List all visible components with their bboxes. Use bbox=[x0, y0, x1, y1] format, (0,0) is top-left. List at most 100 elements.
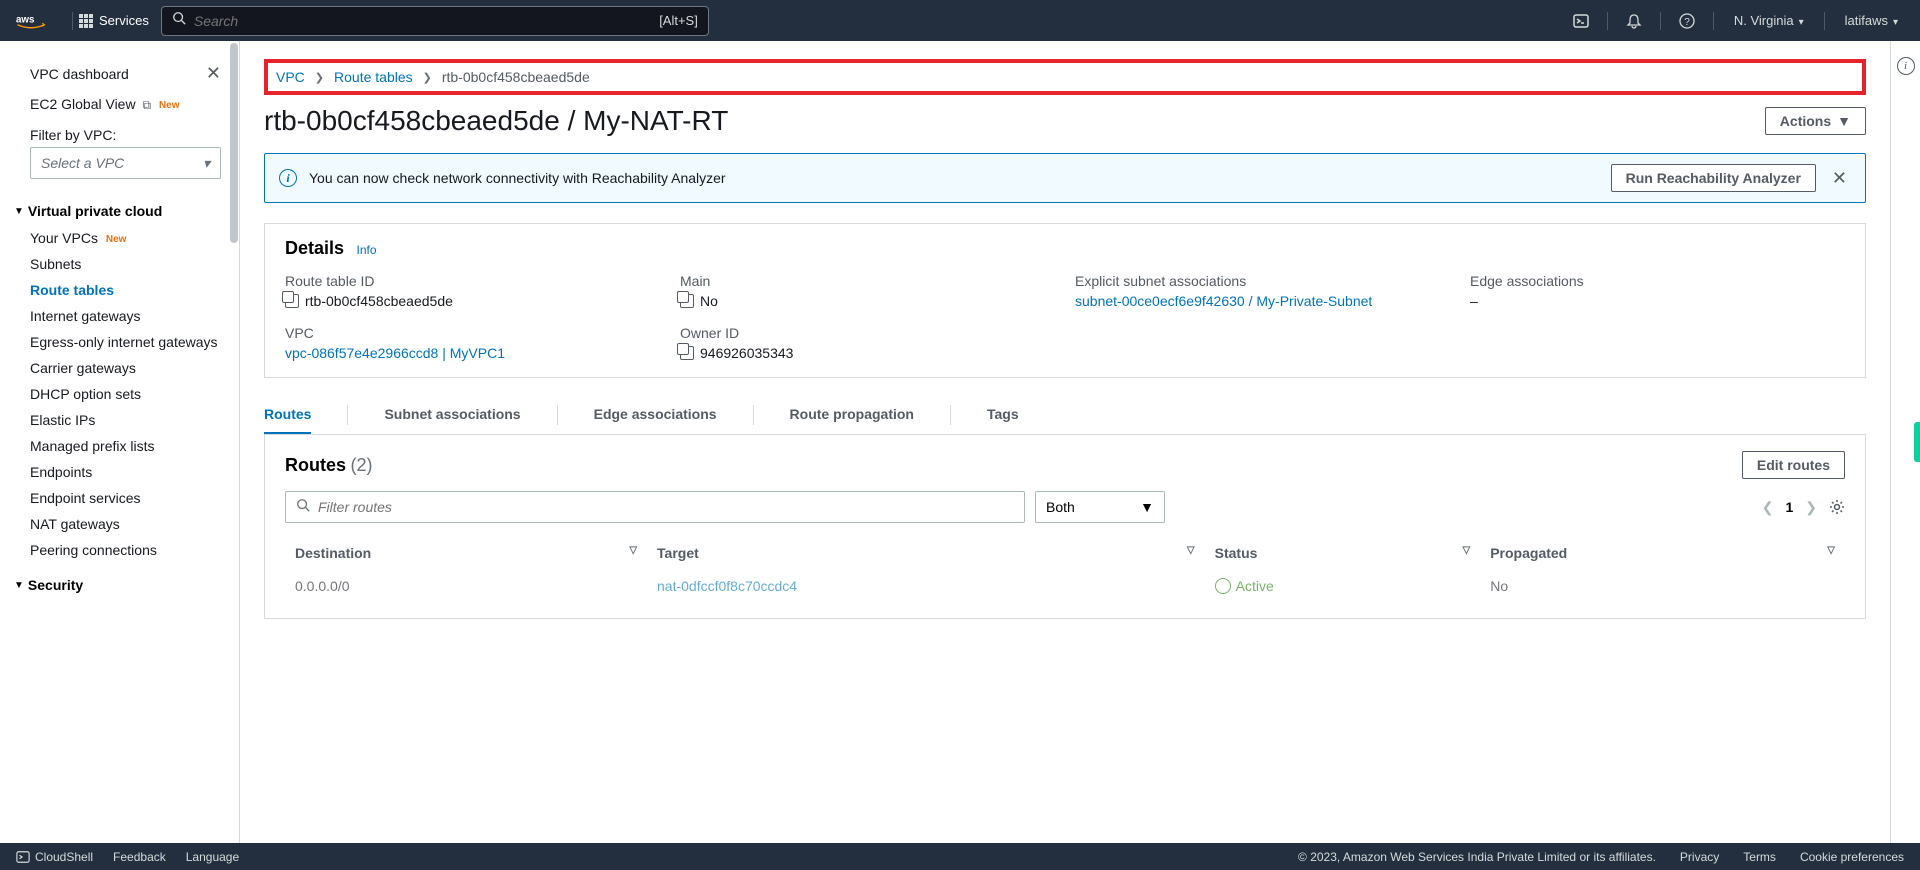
sidebar-item-nat[interactable]: NAT gateways bbox=[0, 511, 239, 537]
breadcrumb-current: rtb-0b0cf458cbeaed5de bbox=[442, 69, 590, 85]
external-link-icon: ⧉ bbox=[142, 98, 151, 112]
routes-filter-input[interactable] bbox=[318, 499, 1014, 515]
actions-button[interactable]: Actions ▼ bbox=[1765, 107, 1866, 135]
copy-icon[interactable] bbox=[680, 346, 694, 360]
sidebar-item-endpoints[interactable]: Endpoints bbox=[0, 459, 239, 485]
col-destination[interactable]: Destination▽ bbox=[285, 537, 647, 570]
filter-vpc-label: Filter by VPC: bbox=[0, 119, 239, 147]
routes-scope-select[interactable]: Both ▼ bbox=[1035, 491, 1165, 523]
search-input[interactable] bbox=[194, 13, 659, 29]
tab-route-propagation[interactable]: Route propagation bbox=[790, 396, 914, 434]
vpc-filter-select[interactable]: Select a VPC ▾ bbox=[30, 147, 221, 179]
panel-resize-handle[interactable] bbox=[1914, 422, 1920, 462]
tabs: Routes Subnet associations Edge associat… bbox=[264, 396, 1866, 435]
tab-edge-associations[interactable]: Edge associations bbox=[594, 396, 717, 434]
sidebar-item-carrier[interactable]: Carrier gateways bbox=[0, 355, 239, 381]
footer: CloudShell Feedback Language © 2023, Ama… bbox=[0, 843, 1920, 870]
main-label: Main bbox=[680, 273, 1055, 289]
sidebar-item-route-tables[interactable]: Route tables bbox=[0, 277, 239, 303]
breadcrumb-route-tables[interactable]: Route tables bbox=[334, 69, 413, 85]
search-shortcut: [Alt+S] bbox=[659, 13, 698, 28]
services-label: Services bbox=[99, 13, 149, 28]
tab-subnet-associations[interactable]: Subnet associations bbox=[384, 396, 520, 434]
user-menu[interactable]: latifaws bbox=[1835, 13, 1908, 28]
region-selector[interactable]: N. Virginia bbox=[1724, 13, 1814, 28]
vpc-label: VPC bbox=[285, 325, 660, 341]
ec2-global-view-link[interactable]: EC2 Global View ⧉ New bbox=[0, 90, 239, 119]
prev-page-button[interactable]: ❮ bbox=[1762, 499, 1774, 516]
services-menu[interactable]: Services bbox=[79, 13, 149, 28]
routes-count: (2) bbox=[350, 455, 372, 475]
tab-tags[interactable]: Tags bbox=[987, 396, 1019, 434]
breadcrumb: VPC ❯ Route tables ❯ rtb-0b0cf458cbeaed5… bbox=[276, 69, 1854, 85]
search-icon bbox=[172, 11, 186, 30]
cell-status: Active bbox=[1205, 570, 1481, 603]
copy-icon[interactable] bbox=[285, 294, 299, 308]
close-icon[interactable]: ✕ bbox=[1828, 168, 1851, 189]
table-row[interactable]: 0.0.0.0/0 nat-0dfccf0f8c70ccdc4 Active N… bbox=[285, 570, 1845, 603]
copyright: © 2023, Amazon Web Services India Privat… bbox=[1298, 850, 1656, 864]
global-search[interactable]: [Alt+S] bbox=[161, 6, 709, 36]
info-link[interactable]: Info bbox=[356, 243, 376, 257]
routes-title: Routes bbox=[285, 455, 346, 475]
cloudshell-link[interactable]: CloudShell bbox=[16, 850, 93, 864]
col-status[interactable]: Status▽ bbox=[1205, 537, 1481, 570]
cookies-link[interactable]: Cookie preferences bbox=[1800, 850, 1904, 864]
sidebar-item-endpoint-svc[interactable]: Endpoint services bbox=[0, 485, 239, 511]
sidebar-item-egress[interactable]: Egress-only internet gateways bbox=[0, 329, 239, 355]
routes-table: Destination▽ Target▽ Status▽ Propagated▽… bbox=[285, 537, 1845, 602]
sidebar-item-peering[interactable]: Peering connections bbox=[0, 537, 239, 563]
route-table-id-value: rtb-0b0cf458cbeaed5de bbox=[305, 293, 453, 309]
privacy-link[interactable]: Privacy bbox=[1680, 850, 1719, 864]
vpc-link[interactable]: vpc-086f57e4e2966ccd8 | MyVPC1 bbox=[285, 345, 505, 361]
details-panel: Details Info Route table ID rtb-0b0cf458… bbox=[264, 223, 1866, 378]
language-link[interactable]: Language bbox=[186, 850, 239, 864]
grid-icon bbox=[79, 14, 93, 28]
breadcrumb-vpc[interactable]: VPC bbox=[276, 69, 305, 85]
explicit-label: Explicit subnet associations bbox=[1075, 273, 1450, 289]
page-number: 1 bbox=[1785, 499, 1793, 515]
col-propagated[interactable]: Propagated▽ bbox=[1480, 537, 1845, 570]
sidebar-item-dhcp[interactable]: DHCP option sets bbox=[0, 381, 239, 407]
chevron-down-icon: ▾ bbox=[203, 155, 210, 172]
divider bbox=[72, 12, 73, 30]
col-target[interactable]: Target▽ bbox=[647, 537, 1205, 570]
info-icon[interactable]: i bbox=[1897, 57, 1915, 75]
explicit-subnet-link[interactable]: subnet-00ce0ecf6e9f42630 / My-Private-Su… bbox=[1075, 293, 1372, 309]
close-icon[interactable]: ✕ bbox=[206, 63, 221, 84]
chevron-right-icon: ❯ bbox=[423, 71, 432, 84]
new-badge: New bbox=[106, 234, 127, 245]
edit-routes-button[interactable]: Edit routes bbox=[1742, 451, 1845, 479]
sidebar-item-eip[interactable]: Elastic IPs bbox=[0, 407, 239, 433]
sidebar-item-subnets[interactable]: Subnets bbox=[0, 251, 239, 277]
chevron-down-icon: ▼ bbox=[1140, 499, 1154, 515]
tab-routes[interactable]: Routes bbox=[264, 396, 311, 434]
gear-icon[interactable] bbox=[1829, 499, 1845, 515]
notifications-icon[interactable] bbox=[1618, 5, 1650, 37]
new-badge: New bbox=[159, 100, 180, 111]
cell-target: nat-0dfccf0f8c70ccdc4 bbox=[647, 570, 1205, 603]
aws-logo[interactable]: aws bbox=[12, 12, 50, 30]
topbar: aws Services [Alt+S] ? N. Virginia latif… bbox=[0, 0, 1920, 41]
section-security[interactable]: ▼ Security bbox=[0, 563, 239, 599]
chevron-down-icon: ▼ bbox=[14, 580, 24, 591]
run-reachability-button[interactable]: Run Reachability Analyzer bbox=[1611, 164, 1816, 192]
edge-value: – bbox=[1470, 293, 1845, 309]
route-table-id-label: Route table ID bbox=[285, 273, 660, 289]
copy-icon[interactable] bbox=[680, 294, 694, 308]
cloudshell-icon[interactable] bbox=[1565, 5, 1597, 37]
sidebar-item-your-vpcs[interactable]: Your VPCs New bbox=[0, 225, 239, 251]
routes-filter[interactable] bbox=[285, 491, 1025, 523]
feedback-link[interactable]: Feedback bbox=[113, 850, 166, 864]
help-icon[interactable]: ? bbox=[1671, 5, 1703, 37]
section-vpc[interactable]: ▼ Virtual private cloud bbox=[0, 193, 239, 225]
vpc-dashboard-link[interactable]: VPC dashboard bbox=[30, 66, 129, 82]
page-title: rtb-0b0cf458cbeaed5de / My-NAT-RT bbox=[264, 105, 728, 137]
cell-propagated: No bbox=[1480, 570, 1845, 603]
terms-link[interactable]: Terms bbox=[1743, 850, 1776, 864]
sidebar-item-igw[interactable]: Internet gateways bbox=[0, 303, 239, 329]
sidebar-item-prefix[interactable]: Managed prefix lists bbox=[0, 433, 239, 459]
scrollbar-thumb[interactable] bbox=[230, 43, 238, 243]
next-page-button[interactable]: ❯ bbox=[1805, 499, 1817, 516]
chevron-down-icon: ▼ bbox=[1837, 113, 1851, 129]
